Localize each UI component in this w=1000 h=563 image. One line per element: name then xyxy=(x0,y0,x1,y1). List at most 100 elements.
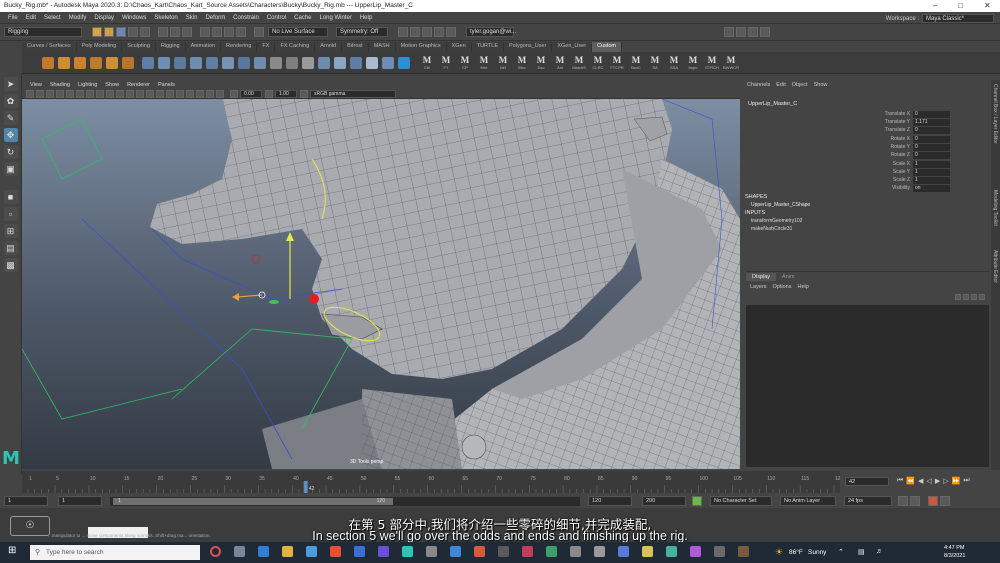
shadows-icon[interactable] xyxy=(176,89,184,98)
menu-help[interactable]: Help xyxy=(360,15,372,21)
shelf-tab[interactable]: Poly Modeling xyxy=(76,42,123,52)
attr-row[interactable]: Translate X0 xyxy=(862,111,950,119)
outliner-layout-icon[interactable]: ▤ xyxy=(3,241,18,255)
viewport-3d[interactable] xyxy=(22,99,740,469)
step-back-key-icon[interactable]: ⏪ xyxy=(906,477,915,485)
shelf-tab[interactable]: Rendering xyxy=(221,42,258,52)
range-track[interactable]: 1 120 xyxy=(110,496,580,506)
chrome-icon[interactable] xyxy=(330,546,341,557)
channel-box-icon[interactable] xyxy=(760,27,770,37)
taskbar-search[interactable]: ⚲ Type here to search xyxy=(30,545,200,560)
menu-control[interactable]: Control xyxy=(267,15,286,21)
multicut-icon[interactable] xyxy=(238,56,250,69)
attr-row[interactable]: Translate Y 1.171 xyxy=(862,119,950,127)
menu-long-winter[interactable]: Long Winter xyxy=(319,15,351,21)
layer-tab-display[interactable]: Display xyxy=(746,273,777,281)
ipr-icon[interactable] xyxy=(422,27,432,37)
weather-temp[interactable]: 86°F xyxy=(789,549,803,556)
select-hierarchy-icon[interactable] xyxy=(158,27,168,37)
end-time-field[interactable]: 200 xyxy=(642,496,686,506)
time-slider[interactable]: 1 5 10 15 20 25 30 35 40 45 50 55 60 65 70 75 80 85 90 95 10… xyxy=(22,471,844,493)
color-management-icon[interactable] xyxy=(300,89,308,98)
textured-icon[interactable] xyxy=(156,89,164,98)
shelf-m-button[interactable]: M FT xyxy=(437,55,455,70)
reduce-icon[interactable] xyxy=(286,56,298,69)
shelf-tab[interactable]: Bifrost xyxy=(342,42,369,52)
shelf-m-button[interactable]: M Zoo xyxy=(532,55,550,70)
step-forward-key-icon[interactable]: ⏩ xyxy=(952,477,961,485)
poly-sphere-icon[interactable] xyxy=(58,56,70,69)
step-back-frame-icon[interactable]: ◀ xyxy=(918,477,923,485)
step-forward-frame-icon[interactable]: ▷ xyxy=(943,477,948,485)
grid-toggle-icon[interactable] xyxy=(66,89,74,98)
go-to-end-icon[interactable]: ⏭ xyxy=(963,477,969,485)
app-taskbar-icon[interactable] xyxy=(690,546,701,557)
merge-icon[interactable] xyxy=(222,56,234,69)
undo-icon[interactable] xyxy=(128,27,138,37)
shelf-m-button[interactable]: M SA xyxy=(646,55,664,70)
exposure-icon[interactable] xyxy=(230,89,238,98)
select-object-icon[interactable] xyxy=(170,27,180,37)
shelf-tab[interactable]: Curves / Surfaces xyxy=(22,42,77,52)
show-menu[interactable]: Show xyxy=(814,82,828,88)
shelf-tab[interactable]: FX xyxy=(257,42,276,52)
playback-start-field[interactable]: 1 xyxy=(58,496,102,506)
menu-constrain[interactable]: Constrain xyxy=(233,15,259,21)
app-taskbar-icon[interactable] xyxy=(738,546,749,557)
new-scene-icon[interactable] xyxy=(92,27,102,37)
app-taskbar-icon[interactable] xyxy=(714,546,725,557)
app-taskbar-icon[interactable] xyxy=(618,546,629,557)
shelf-tab[interactable]: Sculpting xyxy=(122,42,156,52)
exposure-field[interactable]: 0.00 xyxy=(240,89,262,98)
app-taskbar-icon[interactable] xyxy=(450,546,461,557)
shelf-tab[interactable]: Polygons_User xyxy=(504,42,553,52)
save-scene-icon[interactable] xyxy=(116,27,126,37)
file-explorer-icon[interactable] xyxy=(282,546,293,557)
layers-menu[interactable]: Layers xyxy=(750,284,767,290)
taskbar-app-icon[interactable] xyxy=(210,546,221,557)
viewport-menu-renderer[interactable]: Renderer xyxy=(127,82,150,88)
separate-icon[interactable] xyxy=(158,56,170,69)
shelf-tab[interactable]: MASH xyxy=(368,42,396,52)
xray-joints-icon[interactable] xyxy=(216,89,224,98)
open-scene-icon[interactable] xyxy=(104,27,114,37)
workspace-dropdown[interactable]: Maya Classic* xyxy=(922,14,994,23)
maya-taskbar-icon[interactable] xyxy=(402,546,413,557)
field-chart-icon[interactable] xyxy=(106,89,114,98)
film-gate-icon[interactable] xyxy=(76,89,84,98)
shelf-m-button[interactable]: M Ani xyxy=(551,55,569,70)
single-perspective-icon[interactable]: ▫ xyxy=(3,207,18,221)
gamma-field[interactable]: 1.00 xyxy=(275,89,297,98)
wireframe-on-shaded-icon[interactable] xyxy=(146,89,154,98)
menuset-dropdown[interactable]: Rigging xyxy=(4,27,82,37)
range-handle[interactable]: 1 120 xyxy=(113,497,393,505)
app-taskbar-icon[interactable] xyxy=(666,546,677,557)
workspace-selector[interactable]: Workspace : Maya Classic* xyxy=(886,14,994,23)
menu-deform[interactable]: Deform xyxy=(205,15,225,21)
loop-icon[interactable] xyxy=(898,496,908,506)
shelf-m-button[interactable]: M BoxC xyxy=(627,55,645,70)
history-icon[interactable] xyxy=(398,27,408,37)
app-taskbar-icon[interactable] xyxy=(474,546,485,557)
snap-surface-icon[interactable] xyxy=(236,27,246,37)
custom-script-icon[interactable] xyxy=(398,56,410,69)
shelf-m-button[interactable]: M CP xyxy=(456,55,474,70)
app-taskbar-icon[interactable] xyxy=(594,546,605,557)
menu-display[interactable]: Display xyxy=(94,15,114,21)
app-taskbar-icon[interactable] xyxy=(426,546,437,557)
render-settings-icon[interactable] xyxy=(434,27,444,37)
gamma-icon[interactable] xyxy=(265,89,273,98)
taskview-icon[interactable] xyxy=(234,546,245,557)
hypershade-icon[interactable] xyxy=(446,27,456,37)
shelf-m-button[interactable]: M CLRC xyxy=(589,55,607,70)
resolution-gate-icon[interactable] xyxy=(86,89,94,98)
play-forward-icon[interactable]: ▶ xyxy=(935,477,940,485)
current-frame-field[interactable]: 42 xyxy=(845,476,889,486)
shape-node[interactable]: UpperLip_Master_CShape xyxy=(751,202,810,208)
camera-attributes-icon[interactable] xyxy=(36,89,44,98)
extrude-icon[interactable] xyxy=(174,56,186,69)
uv-editor-icon[interactable] xyxy=(334,56,346,69)
graph-editor-layout-icon[interactable]: ▩ xyxy=(3,258,18,272)
shelf-tab[interactable]: FX Caching xyxy=(275,42,316,52)
move-layer-up-icon[interactable] xyxy=(955,294,961,300)
